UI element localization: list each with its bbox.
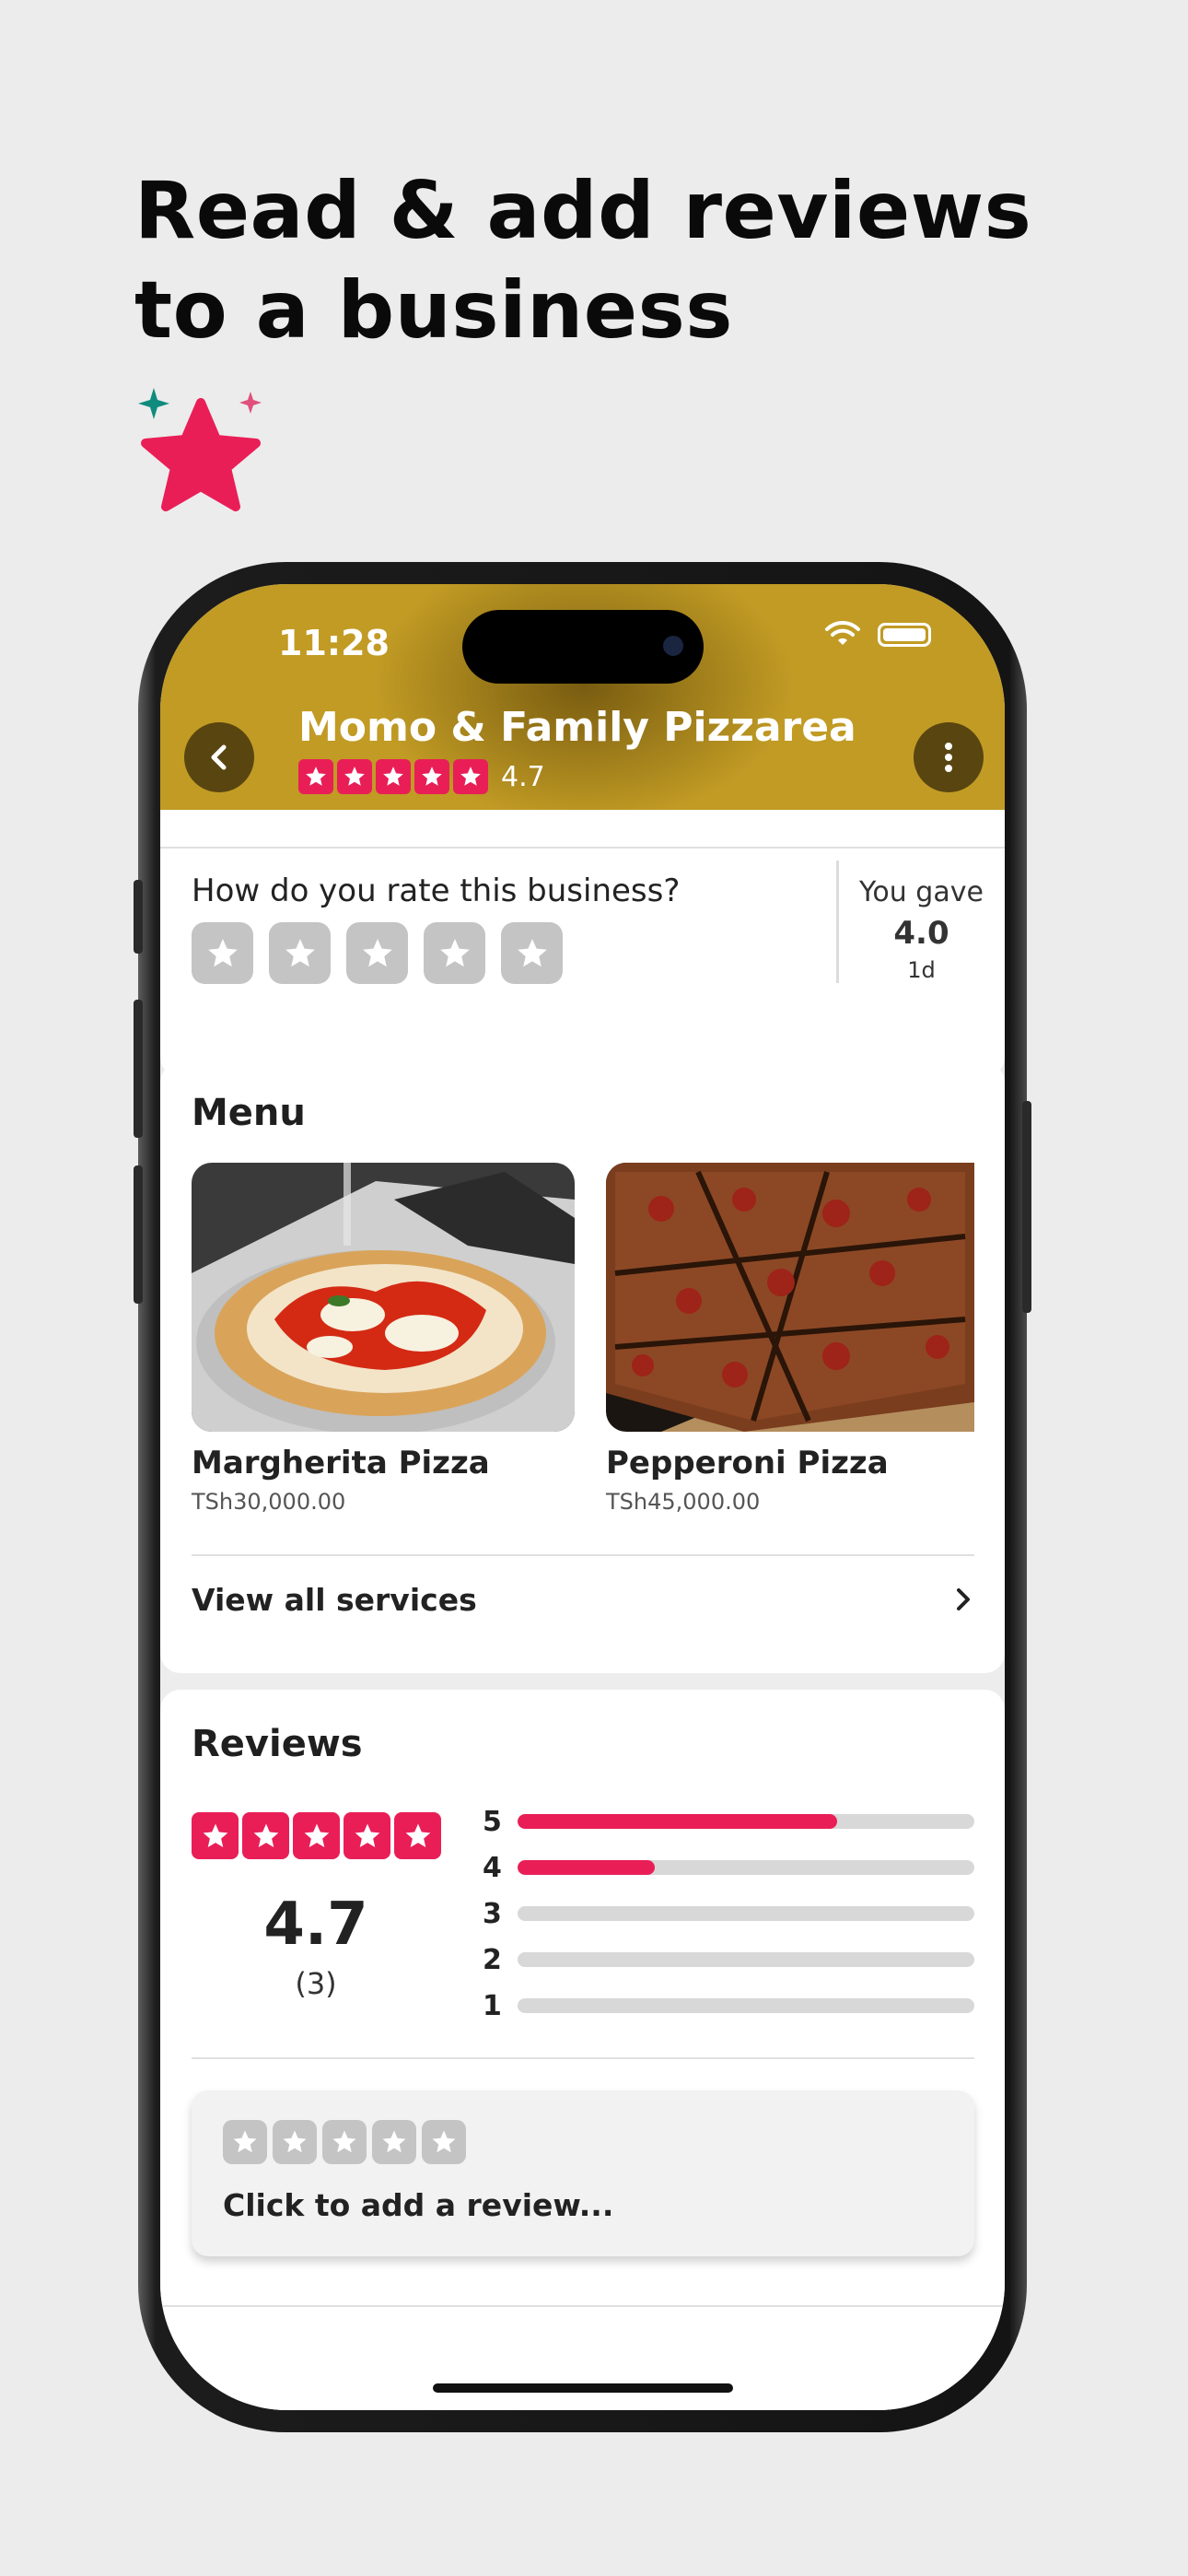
- rate-star-2[interactable]: [269, 922, 331, 984]
- power-button: [1022, 1101, 1031, 1313]
- star-icon: [192, 1812, 239, 1859]
- menu-title: Menu: [192, 1092, 306, 1134]
- more-options-button[interactable]: [914, 722, 984, 792]
- rating-bar-row: 3: [483, 1897, 974, 1930]
- volume-up-button: [134, 1000, 143, 1138]
- rating-bar-row: 5: [483, 1805, 974, 1838]
- star-icon: [376, 759, 411, 794]
- business-header: 11:28 Momo & Family Pizzarea 4.7: [160, 584, 1005, 810]
- rating-bar-row: 2: [483, 1943, 974, 1976]
- pepperoni-pizza-image[interactable]: [606, 1163, 974, 1432]
- sparkle-star-icon: [138, 388, 262, 511]
- add-review-stars: [223, 2120, 466, 2164]
- home-indicator[interactable]: [433, 2383, 733, 2393]
- rate-business-card: How do you rate this business? You gave …: [160, 810, 1005, 1077]
- status-icons: [824, 621, 931, 649]
- star-icon: [372, 2120, 416, 2164]
- you-gave-value: 4.0: [893, 915, 949, 952]
- rating-bar-label: 5: [483, 1805, 502, 1838]
- review-count: (3): [295, 1966, 337, 2001]
- star-icon: [362, 938, 392, 966]
- rating-bar-label: 3: [483, 1897, 502, 1930]
- star-icon: [422, 2120, 466, 2164]
- back-button[interactable]: [184, 722, 254, 792]
- headline-line-1: Read & add reviews: [134, 165, 1032, 257]
- star-icon: [517, 938, 547, 966]
- headline-line-2: to a business: [134, 264, 733, 357]
- rating-bar-label: 2: [483, 1943, 502, 1976]
- rating-bar-fill: [518, 1860, 655, 1875]
- star-icon: [207, 938, 238, 966]
- chevron-left-icon: [211, 744, 227, 770]
- battery-icon: [878, 623, 931, 647]
- star-icon: [223, 2120, 267, 2164]
- rate-stars: [192, 922, 563, 984]
- menu-item-name: Pepperoni Pizza: [606, 1445, 889, 1481]
- status-time: 11:28: [278, 623, 390, 663]
- dynamic-island: [462, 610, 704, 684]
- star-icon: [298, 759, 333, 794]
- rate-star-5[interactable]: [501, 922, 563, 984]
- rating-bar-row: 4: [483, 1851, 974, 1884]
- star-icon: [337, 759, 372, 794]
- reviews-card: Reviews 4.7 (3) 5 4 3 2 1 Click to add a…: [160, 1690, 1005, 2410]
- volume-down-button: [134, 1165, 143, 1304]
- business-rating-value: 4.7: [501, 760, 545, 793]
- star-icon: [344, 1812, 390, 1859]
- mute-switch: [134, 880, 143, 954]
- average-stars: [192, 1812, 441, 1859]
- menu-item-name: Margherita Pizza: [192, 1445, 490, 1481]
- wifi-icon: [825, 621, 860, 645]
- chevron-right-icon: [957, 1588, 970, 1610]
- menu-item-price: TSh30,000.00: [192, 1489, 346, 1515]
- star-icon: [414, 759, 449, 794]
- star-icon: [242, 1812, 289, 1859]
- more-vertical-icon: [945, 743, 952, 772]
- rating-bar-row: 1: [483, 1989, 974, 2022]
- promo-headline: Read & add reviews to a business: [134, 161, 1031, 360]
- star-icon: [453, 759, 488, 794]
- rate-star-4[interactable]: [424, 922, 485, 984]
- view-all-label: View all services: [192, 1581, 477, 1618]
- star-icon: [394, 1812, 441, 1859]
- rating-bar-label: 1: [483, 1989, 502, 2022]
- rating-bar-label: 4: [483, 1851, 502, 1884]
- app-screen: 11:28 Momo & Family Pizzarea 4.7 How do …: [160, 584, 1005, 2410]
- you-gave-label: You gave: [859, 876, 984, 908]
- business-name: Momo & Family Pizzarea: [298, 704, 856, 751]
- star-icon: [293, 1812, 340, 1859]
- star-icon: [322, 2120, 367, 2164]
- business-rating: 4.7: [298, 759, 545, 794]
- you-gave-time: 1d: [907, 957, 936, 983]
- star-icon: [439, 938, 470, 966]
- rate-star-1[interactable]: [192, 922, 253, 984]
- rate-star-3[interactable]: [346, 922, 408, 984]
- view-all-services-link[interactable]: View all services: [192, 1572, 974, 1627]
- menu-item-price: TSh45,000.00: [606, 1489, 761, 1515]
- rate-question: How do you rate this business?: [192, 872, 681, 909]
- star-icon: [285, 938, 315, 966]
- menu-card: Menu Margherita Pizza TSh30,000.00 Peppe…: [160, 1062, 1005, 1673]
- average-rating: 4.7: [263, 1891, 368, 1959]
- star-icon: [273, 2120, 317, 2164]
- add-review-prompt: Click to add a review...: [223, 2187, 614, 2223]
- margherita-pizza-image[interactable]: [192, 1163, 575, 1432]
- rating-bar-fill: [518, 1814, 838, 1829]
- reviews-title: Reviews: [192, 1723, 363, 1765]
- add-review-button[interactable]: Click to add a review...: [192, 2090, 974, 2256]
